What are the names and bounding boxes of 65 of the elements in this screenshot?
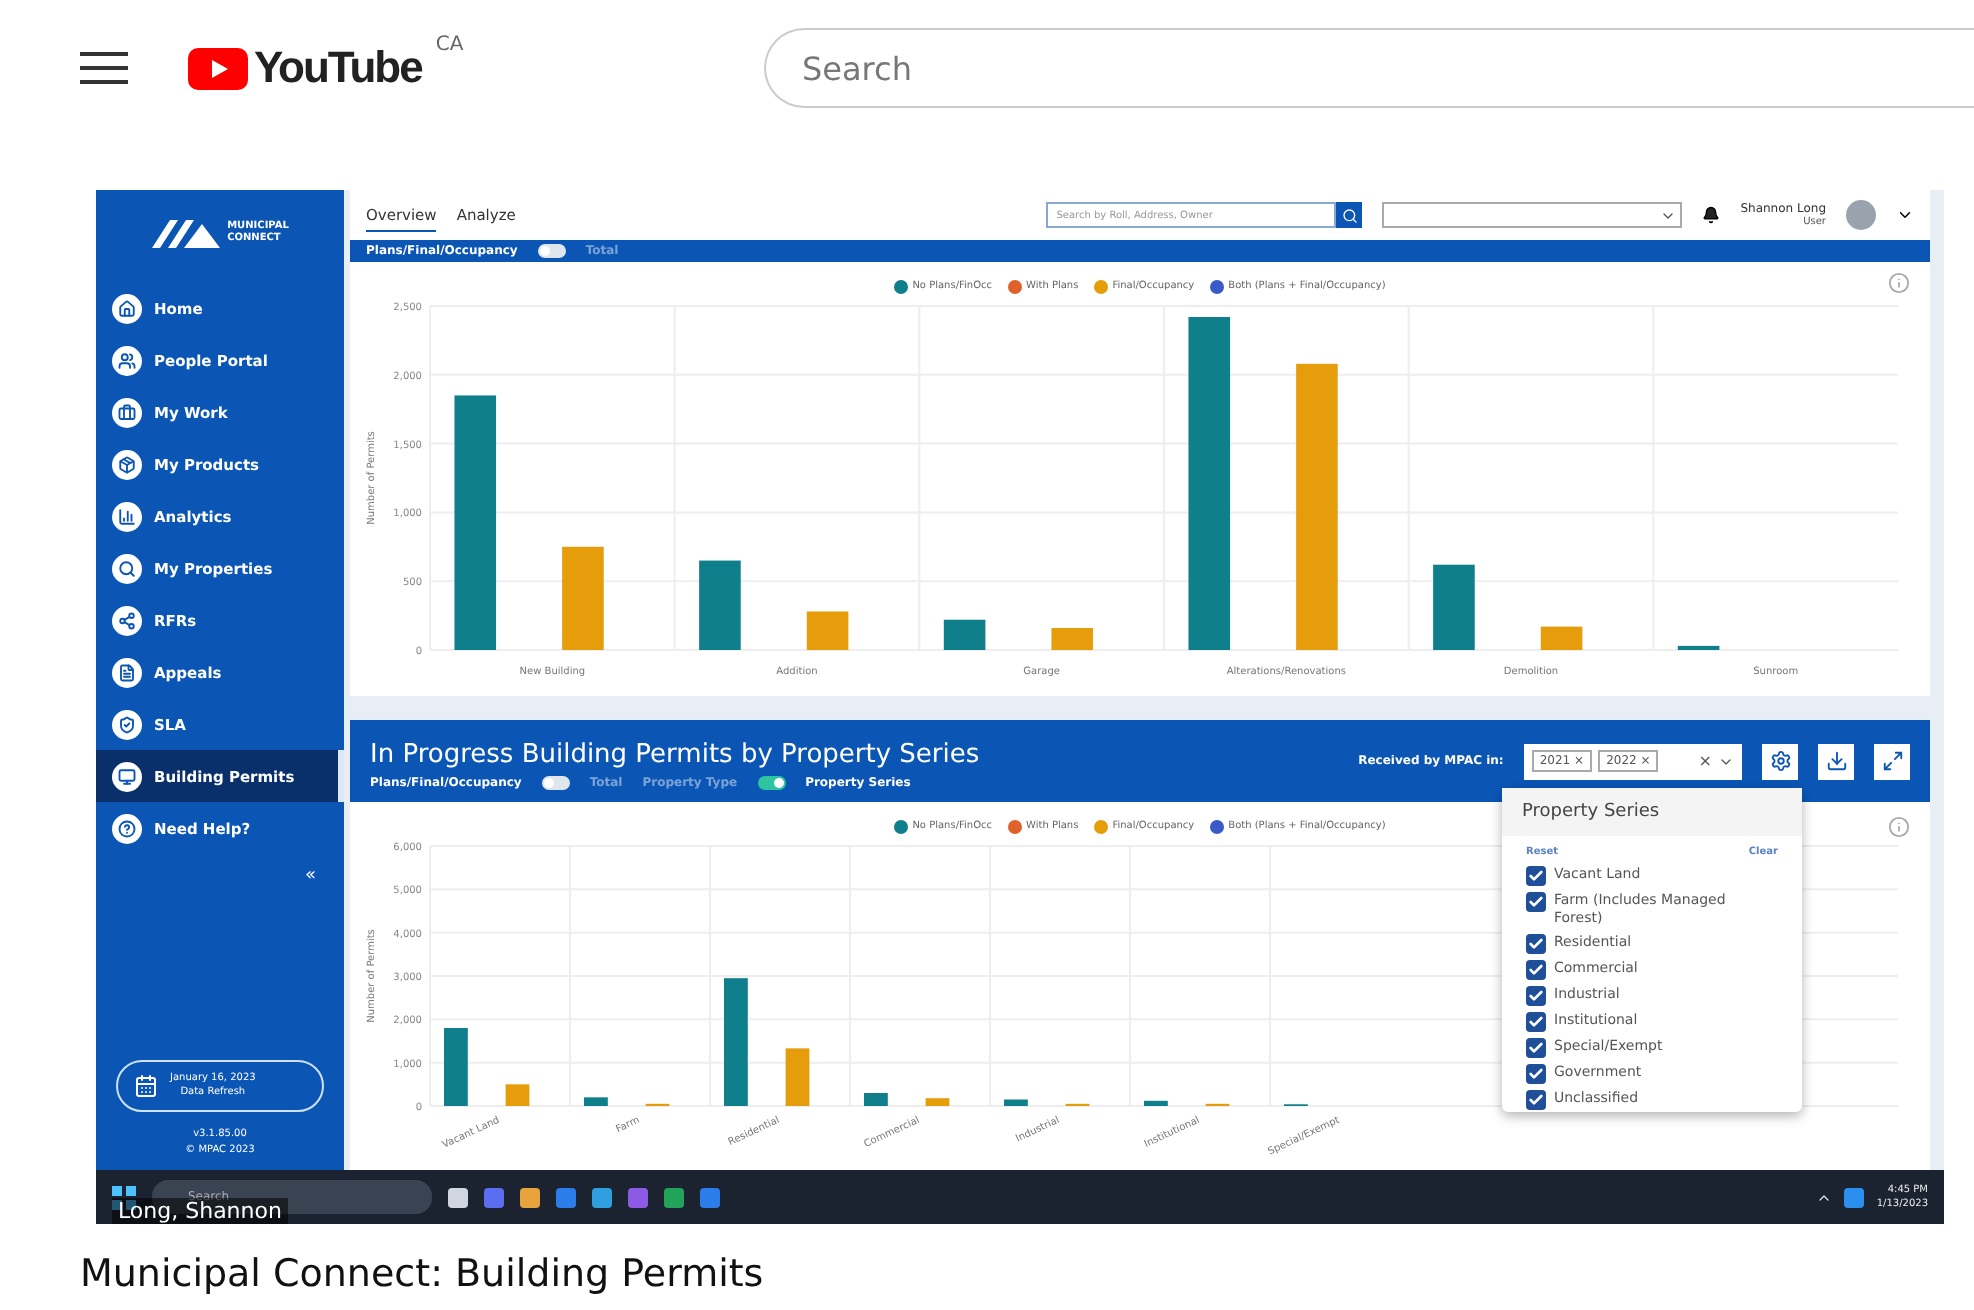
toggle-switch[interactable] bbox=[541, 776, 570, 790]
menu-icon[interactable] bbox=[80, 52, 128, 84]
checkbox[interactable] bbox=[1526, 1037, 1546, 1057]
checkbox[interactable] bbox=[1526, 891, 1546, 911]
checkbox[interactable] bbox=[1526, 1089, 1546, 1109]
nav-icon bbox=[112, 345, 142, 375]
bar bbox=[1144, 1100, 1168, 1106]
bar bbox=[1004, 1099, 1028, 1106]
gear-icon bbox=[1769, 750, 1791, 772]
dropdown-field[interactable] bbox=[1382, 202, 1683, 228]
nav-icon bbox=[112, 813, 142, 843]
video-title: Municipal Connect: Building Permits bbox=[80, 1252, 766, 1296]
app-icon[interactable] bbox=[1844, 1187, 1865, 1207]
nav-icon bbox=[112, 657, 142, 687]
menu-title: Property Series bbox=[1502, 788, 1802, 836]
bar bbox=[864, 1093, 888, 1106]
checkbox[interactable] bbox=[1526, 1063, 1546, 1083]
nav-icon bbox=[112, 397, 142, 427]
collapse-button[interactable]: « bbox=[304, 866, 316, 886]
toggle-switch[interactable] bbox=[537, 244, 566, 258]
bar bbox=[943, 619, 986, 650]
caption: Long, Shannon bbox=[112, 1198, 288, 1224]
search-field[interactable]: Search bbox=[764, 28, 1974, 108]
bar bbox=[699, 560, 741, 650]
checkbox[interactable] bbox=[1526, 959, 1546, 979]
bar bbox=[785, 1048, 810, 1106]
bar bbox=[505, 1084, 530, 1106]
bar bbox=[1051, 628, 1094, 650]
toggle-switch[interactable] bbox=[757, 776, 786, 790]
settings-button[interactable] bbox=[1762, 743, 1798, 779]
bar bbox=[925, 1098, 950, 1106]
bar bbox=[1677, 645, 1720, 650]
bar bbox=[444, 1028, 468, 1106]
search-button[interactable] bbox=[1336, 202, 1363, 228]
expand-icon bbox=[1881, 750, 1903, 772]
bar bbox=[806, 611, 849, 650]
search-icon bbox=[1341, 207, 1358, 223]
download-button[interactable] bbox=[1818, 743, 1854, 779]
avatar[interactable] bbox=[1846, 200, 1876, 230]
calendar-icon bbox=[134, 1074, 158, 1098]
expand-button[interactable] bbox=[1874, 743, 1910, 779]
nav-icon bbox=[112, 449, 142, 479]
nav-icon bbox=[112, 293, 142, 323]
checkbox[interactable] bbox=[1526, 933, 1546, 953]
checkbox[interactable] bbox=[1526, 985, 1546, 1005]
nav-icon bbox=[112, 605, 142, 635]
nav-icon bbox=[112, 761, 142, 791]
bar bbox=[1540, 626, 1583, 650]
bar bbox=[584, 1097, 608, 1106]
region-label: CA bbox=[435, 34, 464, 56]
panel-title: In Progress Building Permits by Property Series bbox=[370, 740, 980, 770]
nav-icon bbox=[112, 553, 142, 583]
bar bbox=[1433, 564, 1475, 650]
mountain-logo-icon bbox=[151, 216, 220, 248]
caret-icon[interactable] bbox=[1896, 206, 1914, 224]
logo-text[interactable]: YouTube bbox=[254, 42, 422, 94]
bell-icon[interactable] bbox=[1702, 206, 1721, 224]
checkbox[interactable] bbox=[1526, 1011, 1546, 1031]
nav-icon bbox=[112, 501, 142, 531]
checkbox[interactable] bbox=[1526, 865, 1546, 885]
bar bbox=[724, 978, 748, 1106]
nav-icon bbox=[112, 709, 142, 739]
play-logo-icon bbox=[188, 47, 248, 89]
bar bbox=[562, 546, 604, 650]
download-icon bbox=[1825, 750, 1847, 772]
